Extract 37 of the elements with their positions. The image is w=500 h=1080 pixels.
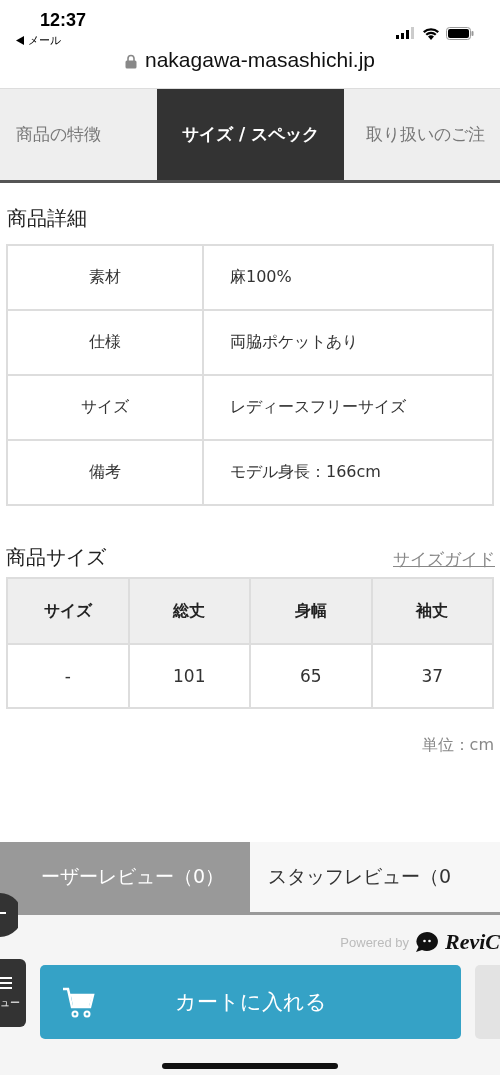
tab[interactable]: サイズ / スペック bbox=[157, 89, 344, 180]
battery-icon bbox=[446, 26, 474, 40]
wifi-icon bbox=[422, 26, 440, 40]
unit-text: 単位：cm bbox=[420, 735, 494, 756]
table-cell: 101 bbox=[128, 644, 250, 708]
table-cell: 麻100% bbox=[203, 245, 493, 310]
table-cell: 素材 bbox=[7, 245, 203, 310]
column-header: サイズ bbox=[7, 578, 129, 644]
table-cell: - bbox=[7, 644, 129, 708]
menu-button[interactable]: ュー bbox=[0, 959, 26, 1027]
table-cell: レディースフリーサイズ bbox=[203, 375, 493, 440]
signal-icon bbox=[396, 27, 416, 39]
table-cell: 37 bbox=[371, 644, 493, 708]
section-title: 商品詳細 bbox=[7, 205, 88, 232]
section-title: 商品サイズ bbox=[6, 544, 106, 571]
powered-by-text: Powered by bbox=[340, 934, 409, 950]
status-time: 12:37 bbox=[40, 10, 87, 31]
table-cell: 65 bbox=[250, 644, 372, 708]
lock-icon bbox=[125, 54, 137, 69]
speech-bubble-icon bbox=[415, 931, 439, 953]
back-icon[interactable] bbox=[16, 36, 24, 45]
table-cell: 両脇ポケットあり bbox=[203, 310, 493, 375]
back-link[interactable]: メール bbox=[28, 33, 61, 48]
review-tab[interactable]: スタッフレビュー（0 bbox=[250, 842, 500, 912]
column-header: 総丈 bbox=[128, 578, 250, 644]
size-guide-link[interactable]: サイズガイド bbox=[393, 548, 495, 571]
menu-icon bbox=[0, 976, 12, 990]
scroll-top-icon[interactable] bbox=[0, 893, 18, 937]
cart-icon bbox=[62, 987, 96, 1019]
table-cell: サイズ bbox=[7, 375, 203, 440]
brand-logo[interactable]: ReviC bbox=[445, 929, 500, 955]
column-header: 身幅 bbox=[250, 578, 372, 644]
url-text[interactable]: nakagawa-masashichi.jp bbox=[145, 48, 375, 72]
column-header: 袖丈 bbox=[371, 578, 493, 644]
table-cell: 備考 bbox=[7, 440, 203, 505]
table-cell: モデル身長：166cm bbox=[203, 440, 493, 505]
table-cell: 仕様 bbox=[7, 310, 203, 375]
